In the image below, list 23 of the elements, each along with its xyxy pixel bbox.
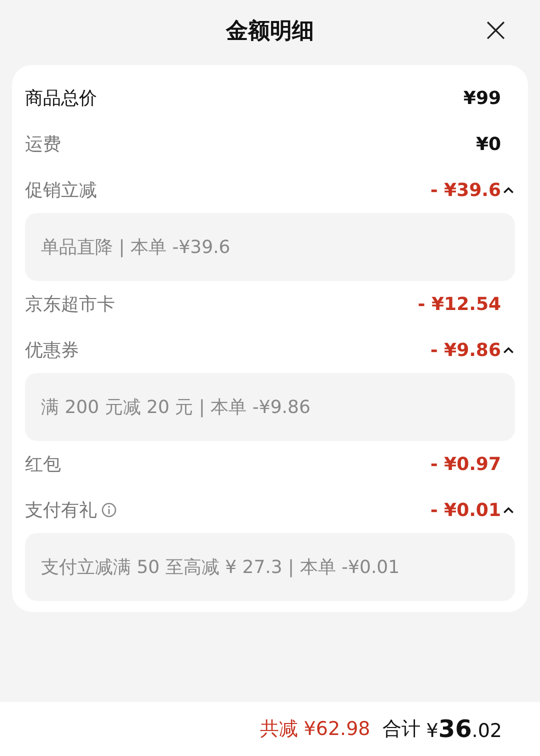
detail-text: 支付立减满 50 至高减 ¥ 27.3 | 本单 -¥0.01 <box>41 556 400 579</box>
amount-value: - ¥0.97 <box>430 454 501 474</box>
amount-value: ¥99 <box>463 88 501 108</box>
dialog-title: 金额明细 <box>226 18 314 46</box>
item-label: 京东超市卡 <box>25 293 115 316</box>
detail-text: 满 200 元减 20 元 | 本单 -¥9.86 <box>41 396 310 419</box>
info-icon[interactable] <box>101 502 117 518</box>
item-label: 促销立减 <box>25 179 97 202</box>
item-label: 运费 <box>25 133 61 156</box>
item-label: 商品总价 <box>25 87 97 110</box>
amount-value: - ¥9.86 <box>430 340 501 360</box>
detail-text: 单品直降 | 本单 -¥39.6 <box>41 236 230 259</box>
amount-value: - ¥0.01 <box>430 500 501 520</box>
item-label: 支付有礼 <box>25 499 97 522</box>
saved-amount: 共减 ¥62.98 <box>260 717 370 742</box>
close-button[interactable]: × <box>478 14 514 46</box>
amount-value: ¥0 <box>476 134 501 154</box>
item-label: 红包 <box>25 453 61 476</box>
amount-value: - ¥39.6 <box>430 180 501 200</box>
total-label: 合计 <box>382 717 420 742</box>
amount-value: - ¥12.54 <box>418 294 501 314</box>
item-label: 优惠券 <box>25 339 79 362</box>
total-amount: ¥36.02 <box>426 715 502 743</box>
